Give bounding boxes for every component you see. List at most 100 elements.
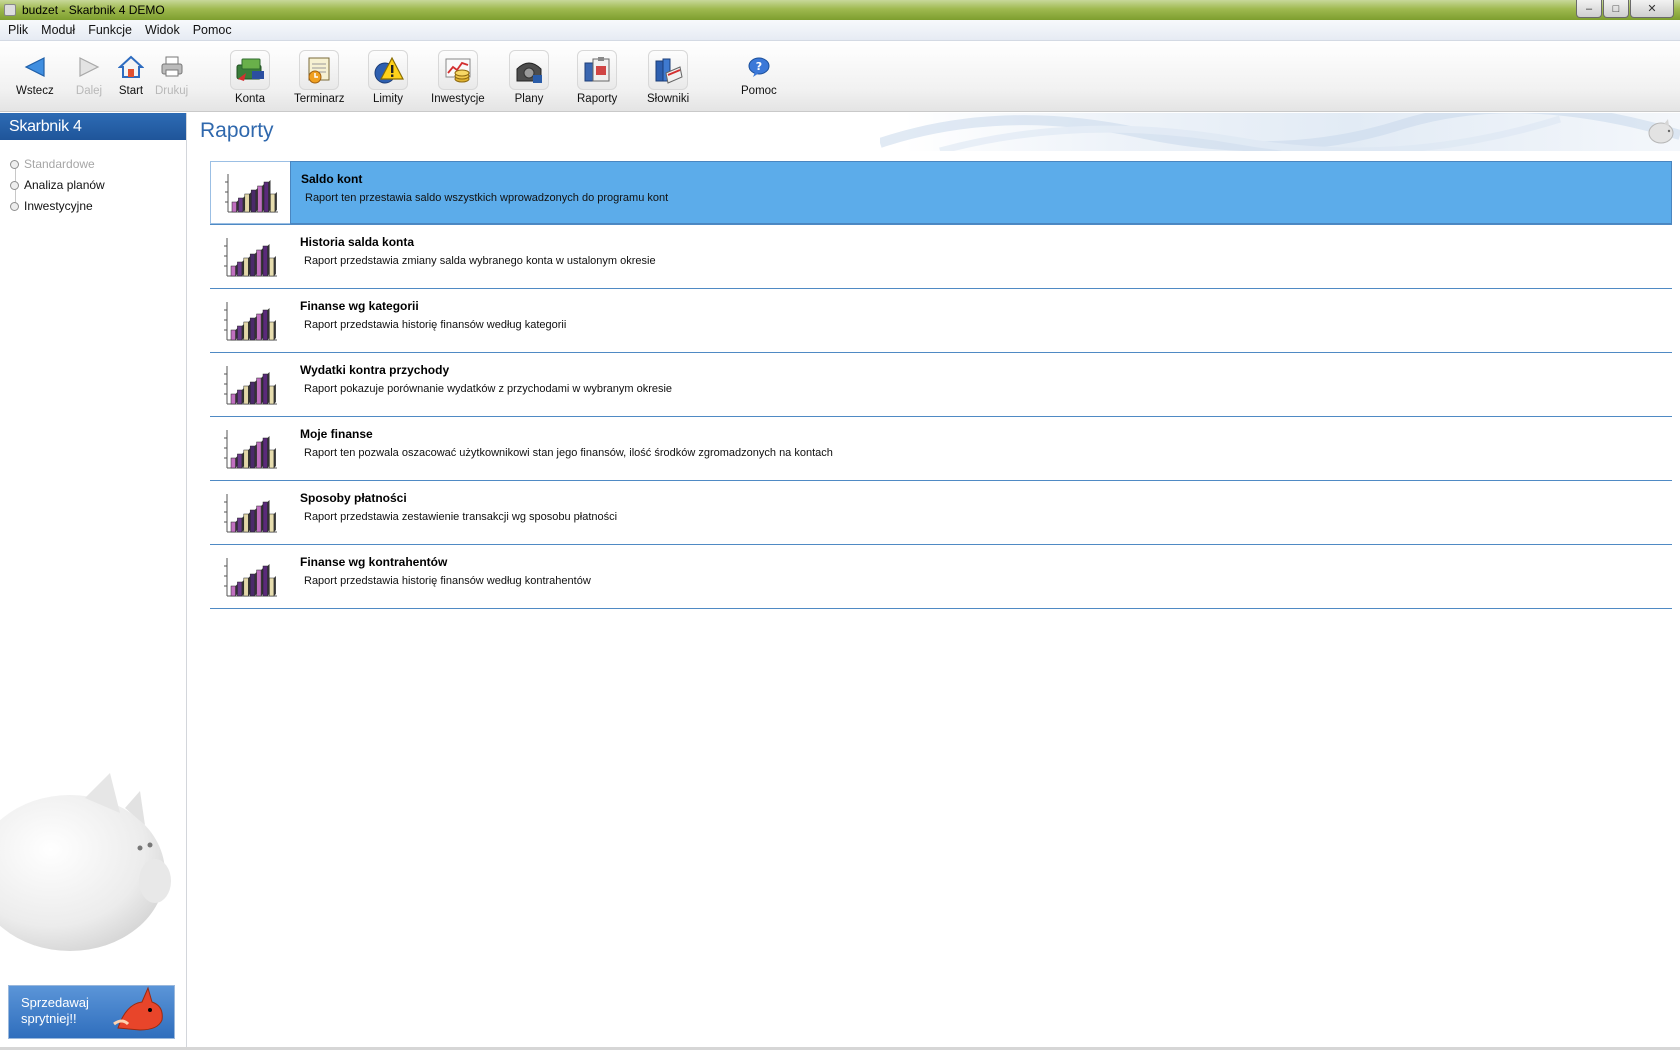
title-bar: budzet - Skarbnik 4 DEMO – □ ✕ bbox=[0, 0, 1680, 20]
report-name: Moje finanse bbox=[300, 427, 373, 441]
bar-chart-icon bbox=[210, 289, 290, 352]
window-controls: – □ ✕ bbox=[1576, 0, 1674, 18]
bullet-icon bbox=[10, 202, 19, 211]
bar-chart-icon bbox=[210, 417, 290, 480]
report-info: Sposoby płatności Raport przedstawia zes… bbox=[290, 481, 1672, 544]
bar-chart-icon bbox=[210, 481, 290, 544]
terminarz-label: Terminarz bbox=[294, 93, 345, 105]
sidebar-item-standardowe[interactable]: Standardowe bbox=[10, 154, 186, 175]
print-label: Drukuj bbox=[155, 85, 189, 97]
menu-pomoc[interactable]: Pomoc bbox=[188, 23, 237, 37]
main-header: Raporty bbox=[188, 113, 1680, 151]
inwestycje-label: Inwestycje bbox=[431, 93, 485, 105]
piggy-bank-icon bbox=[0, 753, 180, 966]
report-name: Finanse wg kontrahentów bbox=[300, 555, 448, 569]
minimize-icon: – bbox=[1585, 2, 1593, 15]
menu-funkcje[interactable]: Funkcje bbox=[83, 23, 137, 37]
report-description: Raport przedstawia historię finansów wed… bbox=[304, 575, 591, 587]
decorative-swirl bbox=[880, 113, 1680, 151]
warning-icon bbox=[368, 50, 408, 90]
page-title: Raporty bbox=[200, 119, 274, 142]
report-info: Finanse wg kontrahentów Raport przedstaw… bbox=[290, 545, 1672, 608]
accounts-icon bbox=[230, 50, 270, 90]
report-row[interactable]: Finanse wg kategorii Raport przedstawia … bbox=[210, 289, 1672, 353]
start-label: Start bbox=[118, 85, 144, 97]
sidebar-item-inwestycyjne[interactable]: Inwestycyjne bbox=[10, 196, 186, 217]
menu-modul[interactable]: Moduł bbox=[36, 23, 80, 37]
print-button[interactable]: Drukuj bbox=[155, 52, 188, 97]
close-icon: ✕ bbox=[1647, 3, 1657, 15]
close-button[interactable]: ✕ bbox=[1630, 0, 1674, 18]
app-icon bbox=[4, 4, 16, 16]
report-row[interactable]: Wydatki kontra przychody Raport pokazuje… bbox=[210, 353, 1672, 417]
toolbar: Wstecz Dalej Start Drukuj Konta Terminar… bbox=[0, 42, 1680, 112]
report-description: Raport ten pozwala oszacować użytkowniko… bbox=[304, 447, 833, 459]
sidebar-item-label: Analiza planów bbox=[24, 178, 105, 192]
forward-button[interactable]: Dalej bbox=[74, 52, 104, 97]
clipboard-icon bbox=[577, 50, 618, 90]
bullet-icon bbox=[10, 181, 19, 190]
raporty-label: Raporty bbox=[577, 93, 618, 105]
svg-text:?: ? bbox=[756, 60, 762, 73]
konta-button[interactable]: Konta bbox=[230, 50, 270, 105]
report-category-list: Standardowe Analiza planów Inwestycyjne bbox=[0, 154, 186, 217]
sidebar-item-analiza-planow[interactable]: Analiza planów bbox=[10, 175, 186, 196]
report-name: Sposoby płatności bbox=[300, 491, 407, 505]
bar-chart-icon bbox=[210, 161, 290, 224]
maximize-button[interactable]: □ bbox=[1603, 0, 1629, 18]
konta-label: Konta bbox=[234, 93, 266, 105]
books-icon bbox=[648, 50, 689, 90]
menu-plik[interactable]: Plik bbox=[3, 23, 33, 37]
investments-icon bbox=[437, 50, 478, 90]
limity-label: Limity bbox=[372, 93, 404, 105]
pomoc-label: Pomoc bbox=[741, 85, 777, 97]
report-description: Raport przedstawia historię finansów wed… bbox=[304, 319, 567, 331]
arrow-left-icon bbox=[20, 52, 50, 82]
report-info: Wydatki kontra przychody Raport pokazuje… bbox=[290, 353, 1672, 416]
report-row[interactable]: Saldo kont Raport ten przestawia saldo w… bbox=[210, 161, 1672, 225]
back-button[interactable]: Wstecz bbox=[16, 52, 54, 97]
limity-button[interactable]: Limity bbox=[368, 50, 408, 105]
slowniki-label: Słowniki bbox=[647, 93, 690, 105]
arrow-right-icon bbox=[74, 52, 104, 82]
report-row[interactable]: Historia salda konta Raport przedstawia … bbox=[210, 225, 1672, 289]
plany-label: Plany bbox=[514, 93, 544, 105]
promo-banner[interactable]: Sprzedawaj sprytniej!! bbox=[8, 985, 175, 1039]
sidebar-logo: Skarbnik 4 bbox=[0, 113, 186, 140]
report-name: Wydatki kontra przychody bbox=[300, 363, 450, 377]
minimize-button[interactable]: – bbox=[1576, 0, 1602, 18]
pomoc-button[interactable]: ? Pomoc bbox=[741, 52, 777, 97]
menu-bar: Plik Moduł Funkcje Widok Pomoc bbox=[0, 20, 1680, 41]
calendar-icon bbox=[299, 50, 340, 90]
menu-widok[interactable]: Widok bbox=[140, 23, 185, 37]
raporty-button[interactable]: Raporty bbox=[577, 50, 617, 105]
back-label: Wstecz bbox=[16, 85, 54, 97]
sidebar: Skarbnik 4 Standardowe Analiza planów In… bbox=[0, 113, 187, 1050]
home-icon bbox=[116, 52, 146, 82]
report-row[interactable]: Moje finanse Raport ten pozwala oszacowa… bbox=[210, 417, 1672, 481]
report-description: Raport przedstawia zestawienie transakcj… bbox=[304, 511, 618, 523]
plany-button[interactable]: Plany bbox=[509, 50, 549, 105]
terminarz-button[interactable]: Terminarz bbox=[294, 50, 344, 105]
report-row[interactable]: Finanse wg kontrahentów Raport przedstaw… bbox=[210, 545, 1672, 609]
help-icon: ? bbox=[744, 52, 774, 82]
forward-label: Dalej bbox=[75, 85, 103, 97]
bar-chart-icon bbox=[210, 545, 290, 608]
sidebar-item-label: Inwestycyjne bbox=[24, 199, 93, 213]
start-button[interactable]: Start bbox=[116, 52, 146, 97]
report-name: Finanse wg kategorii bbox=[300, 299, 419, 313]
report-info: Saldo kont Raport ten przestawia saldo w… bbox=[290, 161, 1672, 224]
report-name: Saldo kont bbox=[301, 172, 363, 186]
fox-mascot-icon bbox=[112, 986, 168, 1036]
report-info: Moje finanse Raport ten pozwala oszacowa… bbox=[290, 417, 1672, 480]
slowniki-button[interactable]: Słowniki bbox=[647, 50, 689, 105]
report-list: Saldo kont Raport ten przestawia saldo w… bbox=[210, 161, 1672, 609]
bullet-icon bbox=[10, 160, 19, 169]
report-info: Historia salda konta Raport przedstawia … bbox=[290, 225, 1672, 288]
report-description: Raport ten przestawia saldo wszystkich w… bbox=[305, 192, 669, 204]
maximize-icon: □ bbox=[1612, 2, 1620, 15]
bar-chart-icon bbox=[210, 353, 290, 416]
report-row[interactable]: Sposoby płatności Raport przedstawia zes… bbox=[210, 481, 1672, 545]
main-panel: Raporty Saldo kont Raport ten przestawia… bbox=[188, 113, 1680, 1050]
inwestycje-button[interactable]: Inwestycje bbox=[431, 50, 485, 105]
